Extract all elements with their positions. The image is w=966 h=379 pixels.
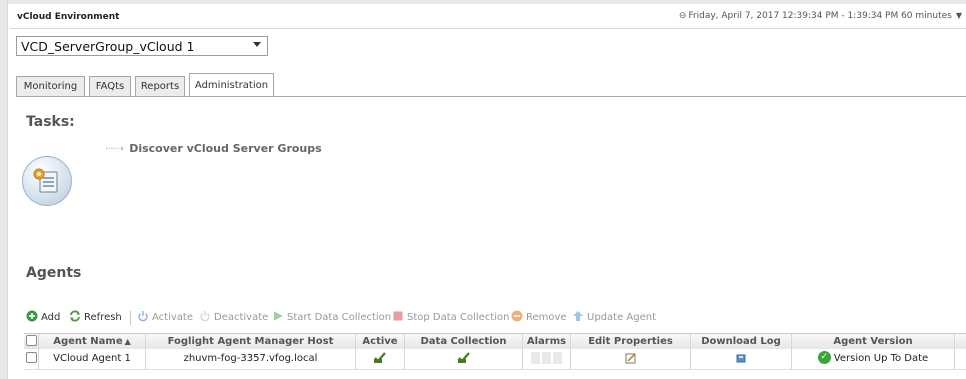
agent-name-cell: VCloud Agent 1	[39, 349, 146, 369]
remove-label: Remove	[526, 312, 567, 323]
remove-icon	[511, 310, 523, 322]
table-row[interactable]: VCloud Agent 1 zhuvm-fog-3357.vfog.local…	[24, 349, 966, 370]
sort-ascending-icon: ▲	[124, 337, 131, 346]
chevron-down-icon: ▼	[955, 11, 962, 20]
agent-version-status: Version Up To Date	[833, 353, 929, 364]
host-cell: zhuvm-fog-3357.vfog.local	[146, 349, 356, 369]
agents-table-header: Agent Name ▲ Foglight Agent Manager Host …	[24, 333, 966, 350]
update-icon	[573, 311, 583, 321]
add-button[interactable]: Add	[26, 309, 60, 327]
environment-select-value: VCD_ServerGroup_vCloud 1	[21, 39, 195, 54]
tab-administration[interactable]: Administration	[189, 73, 274, 97]
edit-properties-cell	[571, 349, 691, 369]
update-agent-label: Update Agent	[587, 312, 656, 323]
agents-toolbar: Add Refresh Activate Deactivate Start Da…	[24, 309, 966, 327]
data-collection-cell	[405, 349, 523, 369]
edit-properties-icon[interactable]	[625, 352, 637, 364]
window-frame-left	[0, 0, 8, 379]
tasks-section-title: Tasks:	[26, 114, 75, 130]
power-icon	[138, 311, 148, 322]
alarms-cell	[523, 349, 571, 369]
select-all-cell[interactable]	[24, 334, 39, 349]
column-header-host[interactable]: Foglight Agent Manager Host	[146, 334, 356, 349]
activate-label: Activate	[152, 312, 193, 323]
column-header-agent-name[interactable]: Agent Name ▲	[39, 334, 146, 349]
refresh-button[interactable]: Refresh	[69, 309, 122, 327]
tab-faqts[interactable]: FAQts	[89, 76, 131, 96]
column-header-data-collection[interactable]: Data Collection	[405, 334, 523, 349]
activate-button[interactable]: Activate	[137, 309, 193, 327]
download-log-cell	[691, 349, 792, 369]
data-collection-check-icon	[457, 352, 470, 363]
select-all-checkbox[interactable]	[25, 334, 37, 346]
deactivate-label: Deactivate	[214, 312, 269, 323]
app-title: vCloud Environment	[17, 12, 120, 22]
toolbar-separator	[130, 311, 131, 325]
column-header-alarms[interactable]: Alarms	[523, 334, 571, 349]
alarm-box	[531, 352, 540, 364]
active-cell	[356, 349, 405, 369]
refresh-label: Refresh	[84, 312, 122, 323]
dropdown-arrow-icon	[253, 42, 261, 47]
stop-data-collection-button[interactable]: Stop Data Collection	[392, 309, 509, 327]
time-range-selector[interactable]: ⊖ Friday, April 7, 2017 12:39:34 PM - 1:3…	[679, 11, 962, 21]
title-divider	[10, 28, 966, 29]
agent-version-cell: ✓ Version Up To Date	[792, 349, 955, 369]
environment-select[interactable]: VCD_ServerGroup_vCloud 1	[16, 36, 268, 56]
time-range-label: Friday, April 7, 2017 12:39:34 PM - 1:39…	[688, 11, 952, 21]
row-select-cell[interactable]	[24, 349, 39, 369]
agents-section-title: Agents	[26, 265, 82, 281]
column-header-download-log[interactable]: Download Log	[691, 334, 792, 349]
tab-monitoring[interactable]: Monitoring	[16, 76, 85, 96]
column-header-active[interactable]: Active	[356, 334, 405, 349]
stop-icon	[393, 311, 403, 321]
alarm-box	[553, 352, 562, 364]
start-data-collection-label: Start Data Collection	[287, 312, 392, 323]
remove-button[interactable]: Remove	[511, 309, 567, 327]
agent-name-header-label: Agent Name	[53, 336, 123, 347]
discover-vcloud-server-groups-link[interactable]: ····➝ Discover vCloud Server Groups	[105, 142, 322, 155]
discover-task-icon[interactable]	[22, 156, 72, 206]
start-data-collection-button[interactable]: Start Data Collection	[272, 309, 391, 327]
alarm-box	[542, 352, 551, 364]
arrow-right-icon: ····➝	[105, 142, 124, 155]
deactivate-button[interactable]: Deactivate	[199, 309, 268, 327]
check-circle-icon: ✓	[817, 350, 831, 364]
tab-reports[interactable]: Reports	[135, 76, 185, 96]
play-icon	[274, 311, 283, 321]
power-icon	[200, 311, 210, 322]
download-log-icon[interactable]	[735, 352, 747, 364]
column-header-edit-properties[interactable]: Edit Properties	[571, 334, 691, 349]
update-agent-button[interactable]: Update Agent	[572, 309, 656, 327]
discover-task-label: Discover vCloud Server Groups	[129, 142, 322, 155]
add-label: Add	[41, 312, 61, 323]
window-frame-top	[0, 0, 966, 4]
tab-bar-divider	[16, 96, 966, 97]
row-checkbox[interactable]	[25, 351, 37, 363]
add-icon	[26, 310, 38, 322]
active-check-icon	[374, 352, 386, 363]
stop-data-collection-label: Stop Data Collection	[407, 312, 510, 323]
refresh-icon	[70, 310, 80, 322]
column-header-agent-version[interactable]: Agent Version	[792, 334, 955, 349]
time-range-icon: ⊖	[678, 11, 687, 21]
